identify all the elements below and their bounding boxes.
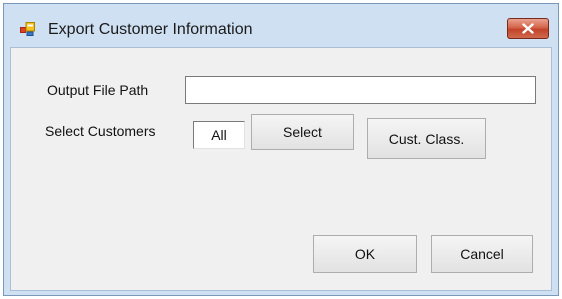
close-icon xyxy=(522,23,534,34)
export-dialog: Export Customer Information Output File … xyxy=(3,3,559,296)
dialog-body: Output File Path Select Customers All Se… xyxy=(10,47,552,291)
select-button[interactable]: Select xyxy=(251,114,354,150)
window-title: Export Customer Information xyxy=(48,21,253,38)
cancel-button[interactable]: Cancel xyxy=(431,235,533,273)
title-bar[interactable]: Export Customer Information xyxy=(4,4,558,46)
cust-class-button[interactable]: Cust. Class. xyxy=(367,118,486,159)
app-window-icon xyxy=(20,22,35,36)
select-customers-label: Select Customers xyxy=(45,123,156,139)
selected-customers-value: All xyxy=(193,121,245,149)
output-file-path-input[interactable] xyxy=(185,76,536,104)
close-button[interactable] xyxy=(507,18,549,39)
output-file-path-label: Output File Path xyxy=(47,82,149,98)
ok-button[interactable]: OK xyxy=(313,235,417,273)
